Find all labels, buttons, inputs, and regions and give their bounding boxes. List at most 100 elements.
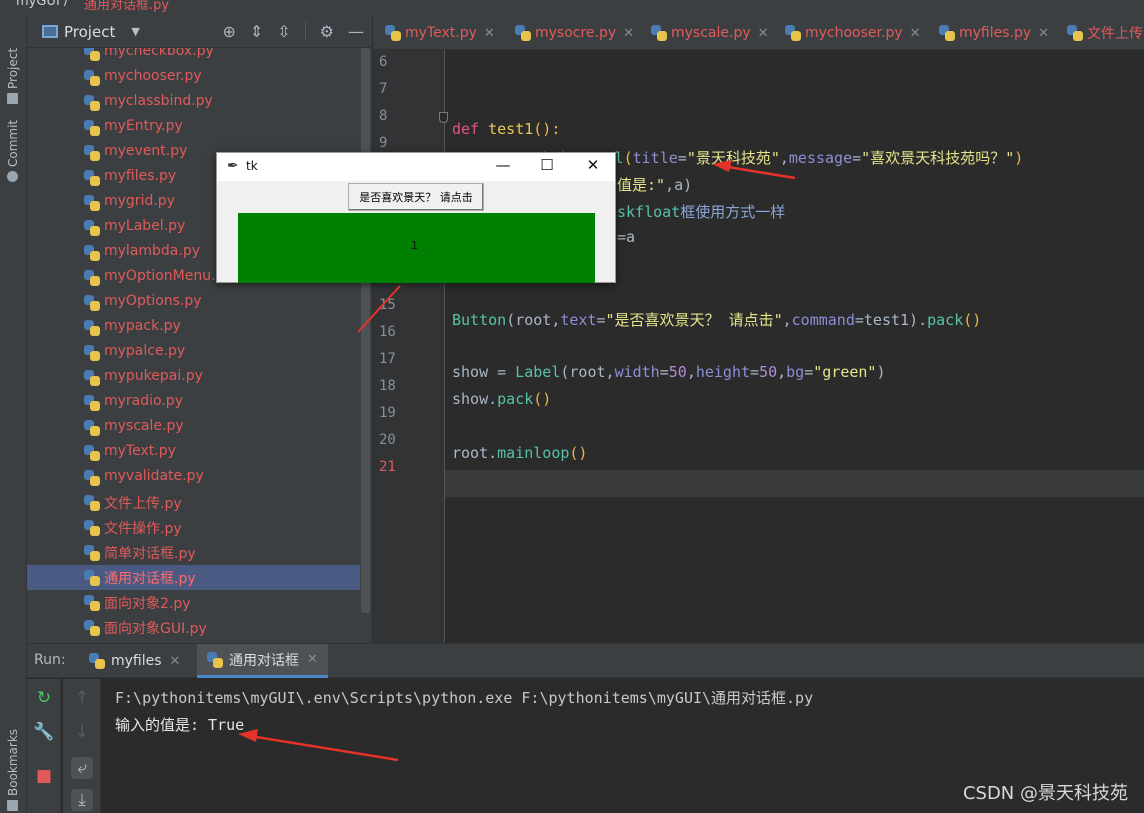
number-width: 50 xyxy=(668,363,687,381)
stop-icon[interactable]: ■ xyxy=(33,765,55,787)
code-token: , xyxy=(782,311,792,329)
line-number-gutter: 6789101112131415161718192021 xyxy=(373,50,445,643)
project-panel-title[interactable]: Project xyxy=(64,23,115,41)
wrench-icon[interactable]: 🔧 xyxy=(33,721,55,743)
close-button[interactable]: ✕ xyxy=(578,156,608,174)
code-area[interactable]: def test1(): a = askokcancel(title="景天科技… xyxy=(445,50,1144,643)
editor-tab[interactable]: 文件上传 xyxy=(1067,16,1143,49)
file-tree-item[interactable]: myText.py xyxy=(27,440,360,465)
file-name: mypack.py xyxy=(104,318,181,334)
minimize-button[interactable]: — xyxy=(488,156,518,174)
run-tab-current[interactable]: 通用对话框 ✕ xyxy=(197,644,328,678)
green-label-text: 1 xyxy=(411,239,418,252)
python-file-icon xyxy=(84,470,100,486)
file-name: myclassbind.py xyxy=(104,93,213,109)
file-tree-item[interactable]: myscale.py xyxy=(27,415,360,440)
param-command: command xyxy=(791,311,855,329)
close-icon[interactable]: ✕ xyxy=(623,26,634,41)
python-file-icon xyxy=(84,170,100,186)
run-tab-myfiles[interactable]: myfiles ✕ xyxy=(87,644,190,678)
file-tree-item[interactable]: myOptions.py xyxy=(27,290,360,315)
close-icon[interactable]: ✕ xyxy=(484,26,495,41)
like-question-button[interactable]: 是否喜欢景天？ 请点击 xyxy=(348,183,484,211)
code-token: () xyxy=(533,390,552,408)
commit-tool-tab[interactable]: Commit xyxy=(3,112,23,182)
file-tree-item[interactable]: myradio.py xyxy=(27,390,360,415)
file-tree-item[interactable]: myvalidate.py xyxy=(27,465,360,490)
python-file-icon xyxy=(84,95,100,111)
project-tool-tab[interactable]: Project xyxy=(3,24,23,104)
tk-window-title: tk xyxy=(246,159,258,173)
file-breadcrumb[interactable]: 通用对话框.py xyxy=(84,0,169,13)
file-tree-item[interactable]: mycheckbox.py xyxy=(27,48,360,65)
param-width: width xyxy=(614,363,660,381)
code-line-10: 值是:",a) xyxy=(617,174,692,195)
python-file-icon xyxy=(385,25,401,41)
code-line-18: show.pack() xyxy=(452,390,551,408)
code-token: = xyxy=(659,363,669,381)
close-icon[interactable]: ✕ xyxy=(1038,26,1049,41)
fold-marker-icon[interactable] xyxy=(439,112,448,123)
run-panel-header: Run: myfiles ✕ 通用对话框 ✕ xyxy=(27,644,1144,678)
python-file-icon xyxy=(84,270,100,286)
file-name: mypalce.py xyxy=(104,343,186,359)
close-icon[interactable]: ✕ xyxy=(758,26,769,41)
editor-tab[interactable]: mysocre.py ✕ xyxy=(515,16,634,49)
code-token: (): xyxy=(533,120,561,138)
gear-icon[interactable]: ⚙ xyxy=(320,22,334,41)
file-name: mygrid.py xyxy=(104,193,175,209)
file-tree-item[interactable]: mypukepai.py xyxy=(27,365,360,390)
file-name: myvalidate.py xyxy=(104,468,204,484)
file-tree-item[interactable]: mypack.py xyxy=(27,315,360,340)
close-icon[interactable]: ✕ xyxy=(307,652,318,667)
python-file-icon xyxy=(84,370,100,386)
file-tree-item[interactable]: 面向对象GUI.py xyxy=(27,615,360,640)
editor-tab[interactable]: myfiles.py ✕ xyxy=(939,16,1049,49)
soft-wrap-icon[interactable]: ⤶ xyxy=(71,757,93,779)
file-tree-item[interactable]: 文件操作.py xyxy=(27,515,360,540)
file-tree-item[interactable]: myclassbind.py xyxy=(27,90,360,115)
file-tree-item[interactable]: 简单对话框.py xyxy=(27,540,360,565)
tk-titlebar[interactable]: ✒ tk — ☐ ✕ xyxy=(217,153,615,181)
file-tree-item[interactable]: 面向对象2.py xyxy=(27,590,360,615)
run-toolbar: ↻ 🔧 ■ xyxy=(27,679,61,813)
chevron-down-icon[interactable]: ▼ xyxy=(131,25,139,38)
arrow-down-icon[interactable]: ↓ xyxy=(71,721,93,743)
expand-all-icon[interactable]: ⇕ xyxy=(250,22,263,41)
editor-tab[interactable]: myscale.py ✕ xyxy=(651,16,769,49)
maximize-button[interactable]: ☐ xyxy=(532,156,562,174)
code-token: = xyxy=(677,149,687,167)
file-name: mypukepai.py xyxy=(104,368,203,384)
collapse-all-icon[interactable]: ⇳ xyxy=(277,22,290,41)
code-token: = xyxy=(596,311,606,329)
project-panel-header: Project ▼ ⊕ ⇕ ⇳ ⚙ — xyxy=(27,16,372,48)
file-tree-item[interactable]: 文件上传.py xyxy=(27,490,360,515)
bookmarks-tool-tab-label: Bookmarks xyxy=(6,728,20,796)
close-icon[interactable]: ✕ xyxy=(910,26,921,41)
project-scrollbar[interactable] xyxy=(361,48,370,613)
file-tree-item[interactable]: mypalce.py xyxy=(27,340,360,365)
run-label: Run: xyxy=(34,652,66,668)
file-tree-item[interactable]: myEntry.py xyxy=(27,115,360,140)
editor-tab[interactable]: mychooser.py ✕ xyxy=(785,16,921,49)
breadcrumb-separator: / xyxy=(64,0,69,9)
string-message: "喜欢景天科技苑吗？" xyxy=(861,149,1015,167)
scroll-to-end-icon[interactable]: ⤓ xyxy=(71,789,93,811)
file-name: 面向对象GUI.py xyxy=(104,621,207,637)
file-tree-item[interactable]: 通用对话框.py xyxy=(27,565,360,590)
locate-file-icon[interactable]: ⊕ xyxy=(222,22,235,41)
arrow-up-icon[interactable]: ↑ xyxy=(71,687,93,709)
left-tool-strip: Project Commit Bookmarks xyxy=(0,16,27,813)
hide-panel-icon[interactable]: — xyxy=(348,22,364,41)
close-icon[interactable]: ✕ xyxy=(170,654,181,669)
project-breadcrumb[interactable]: myGUI xyxy=(16,0,60,9)
rerun-icon[interactable]: ↻ xyxy=(33,687,55,709)
python-file-icon xyxy=(84,420,100,436)
comment-text: 框使用方式一样 xyxy=(680,203,786,221)
editor-tab[interactable]: myText.py ✕ xyxy=(385,16,495,49)
run-output-toolbar: ↑ ↓ ⤶ ⤓ xyxy=(63,679,101,813)
project-tool-tab-label: Project xyxy=(6,47,20,89)
file-name: 简单对话框.py xyxy=(104,546,196,562)
bookmarks-tool-tab[interactable]: Bookmarks xyxy=(3,716,23,811)
file-tree-item[interactable]: mychooser.py xyxy=(27,65,360,90)
